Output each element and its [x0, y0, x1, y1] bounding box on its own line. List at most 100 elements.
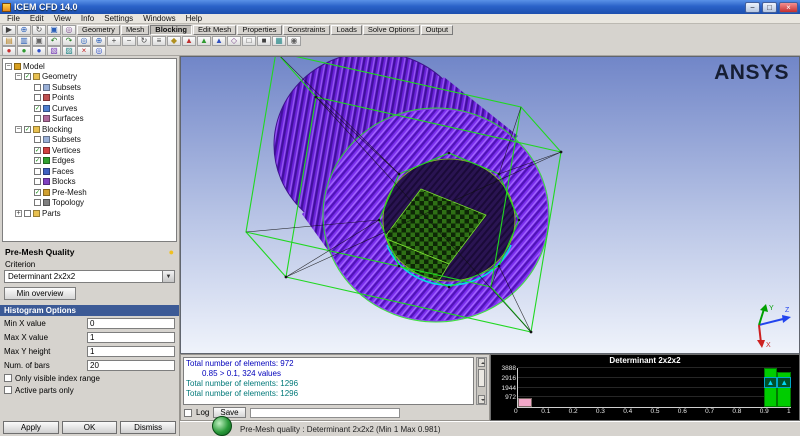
expand-toggle-icon[interactable]: + [15, 209, 22, 217]
redo-icon[interactable]: ↷ [62, 35, 76, 46]
solid-display-icon[interactable]: ■ [257, 35, 271, 46]
tab-constraints[interactable]: Constraints [282, 24, 331, 35]
tab-properties[interactable]: Properties [237, 24, 282, 35]
tab-edit-mesh[interactable]: Edit Mesh [192, 24, 237, 35]
min-overview-button[interactable]: Min overview [4, 287, 76, 300]
settings-gear-icon[interactable]: ◉ [287, 35, 301, 46]
tree-row[interactable]: Topology [3, 198, 176, 209]
undo-icon[interactable]: ↶ [47, 35, 61, 46]
tree-node-label[interactable]: Subsets [52, 135, 81, 144]
tree-node-label[interactable]: Parts [42, 209, 61, 218]
view-x-icon[interactable]: ▲ [182, 35, 196, 46]
rotate-view-icon[interactable]: ↻ [137, 35, 151, 46]
tree-node-label[interactable]: Faces [52, 167, 74, 176]
tree-node-label[interactable]: Geometry [42, 72, 77, 81]
tree-checkbox[interactable]: ✓ [34, 104, 41, 112]
max-y-height-input[interactable] [87, 345, 175, 357]
criterion-select[interactable]: Determinant 2x2x2 ▼ [4, 270, 175, 283]
tree-node-label[interactable]: Points [52, 93, 74, 102]
tree-checkbox[interactable]: ✓ [34, 188, 41, 196]
iso-view-icon[interactable]: ◇ [227, 35, 241, 46]
tree-node-label[interactable]: Pre-Mesh [52, 188, 87, 197]
message-scrollbar[interactable] [476, 357, 487, 405]
apply-button[interactable]: Apply [3, 421, 59, 434]
tree-row[interactable]: − Model [3, 61, 176, 72]
tree-row[interactable]: ✓ Vertices [3, 145, 176, 156]
tree-row[interactable]: ✓ Curves [3, 103, 176, 114]
tree-checkbox[interactable]: ✓ [24, 73, 31, 81]
tree-checkbox[interactable]: ✓ [34, 146, 41, 154]
collapse-toggle-icon[interactable]: − [5, 62, 12, 70]
message-list[interactable]: Total number of elements: 972 0.85 > 0.1,… [183, 357, 474, 405]
pan-view-icon[interactable]: ≡ [152, 35, 166, 46]
menu-windows[interactable]: Windows [138, 14, 180, 24]
menu-file[interactable]: File [2, 14, 25, 24]
select-pointer-icon[interactable]: ▶ [2, 24, 16, 35]
part-colors-icon[interactable]: ▦ [272, 35, 286, 46]
help-lightbulb-icon[interactable]: ● [169, 247, 174, 257]
tree-row[interactable]: − ✓ Geometry [3, 72, 176, 83]
tree-node-label[interactable]: Blocks [52, 177, 76, 186]
fit-window-icon[interactable]: ◎ [77, 35, 91, 46]
tree-row[interactable]: ✓ Pre-Mesh [3, 187, 176, 198]
zoom-select-icon[interactable]: ⊕ [17, 24, 31, 35]
display-options-icon[interactable]: ◎ [62, 24, 76, 35]
tree-node-label[interactable]: Model [23, 62, 45, 71]
tree-node-label[interactable]: Blocking [42, 125, 72, 134]
minimize-button[interactable]: − [745, 1, 760, 13]
zoom-out-icon[interactable]: − [122, 35, 136, 46]
save-project-icon[interactable]: ▥ [17, 35, 31, 46]
tree-row[interactable]: + Parts [3, 208, 176, 219]
tree-node-label[interactable]: Topology [52, 198, 84, 207]
collapse-toggle-icon[interactable]: − [15, 125, 22, 133]
view-y-icon[interactable]: ▲ [197, 35, 211, 46]
tree-row[interactable]: − ✓ Blocking [3, 124, 176, 135]
tab-solve-options[interactable]: Solve Options [362, 24, 420, 35]
tree-checkbox[interactable]: ✓ [24, 125, 31, 133]
maximize-button[interactable]: □ [762, 1, 777, 13]
menu-edit[interactable]: Edit [25, 14, 49, 24]
blocking-display-icon[interactable]: ● [32, 45, 46, 56]
max-x-value-input[interactable] [87, 331, 175, 343]
tree-node-label[interactable]: Surfaces [52, 114, 84, 123]
tab-geometry[interactable]: Geometry [77, 24, 120, 35]
tree-checkbox[interactable] [34, 94, 41, 102]
close-button[interactable]: × [779, 1, 798, 13]
collapse-toggle-icon[interactable]: − [15, 73, 22, 81]
rotate-mode-icon[interactable]: ↻ [32, 24, 46, 35]
tree-node-label[interactable]: Subsets [52, 83, 81, 92]
tab-blocking[interactable]: Blocking [150, 24, 192, 35]
tree-node-label[interactable]: Edges [52, 156, 75, 165]
checkbox[interactable] [4, 386, 12, 394]
scroll-down-icon[interactable] [478, 395, 485, 404]
cut-plane-icon[interactable]: ▧ [47, 45, 61, 56]
box-zoom-icon[interactable]: ⊕ [92, 35, 106, 46]
num-of-bars-input[interactable] [87, 359, 175, 371]
min-x-value-input[interactable] [87, 317, 175, 329]
tab-loads[interactable]: Loads [331, 24, 362, 35]
tree-row[interactable]: Surfaces [3, 114, 176, 125]
scan-planes-icon[interactable]: ▨ [62, 45, 76, 56]
screen-capture-icon[interactable]: ▣ [32, 35, 46, 46]
title-bar[interactable]: ICEM CFD 14.0 − □ × [0, 0, 800, 14]
tree-row[interactable]: Subsets [3, 82, 176, 93]
tree-checkbox[interactable] [24, 209, 31, 217]
zoom-in-icon[interactable]: + [107, 35, 121, 46]
viewport-3d[interactable]: ANSYS Z Y X [180, 56, 800, 354]
dismiss-button[interactable]: Dismiss [120, 421, 177, 434]
tab-output[interactable]: Output [420, 24, 454, 35]
ok-button[interactable]: OK [61, 421, 118, 434]
menu-info[interactable]: Info [76, 14, 99, 24]
tree-row[interactable]: Points [3, 93, 176, 104]
tree-checkbox[interactable] [34, 167, 41, 175]
save-path-input[interactable] [249, 407, 400, 418]
mesh-display-icon[interactable]: ● [17, 45, 31, 56]
menu-settings[interactable]: Settings [99, 14, 138, 24]
tree-row[interactable]: ✓ Edges [3, 156, 176, 167]
tree-checkbox[interactable] [34, 115, 41, 123]
tree-node-label[interactable]: Vertices [52, 146, 80, 155]
histogram-plot[interactable]: 972 1944 2916 3888 0 0.1 0.2 0.3 0.4 0.5 0.6 0.7 0.8… [502, 365, 791, 415]
tree-node-label[interactable]: Curves [52, 104, 77, 113]
tree-row[interactable]: Faces [3, 166, 176, 177]
chevron-down-icon[interactable]: ▼ [162, 271, 174, 282]
